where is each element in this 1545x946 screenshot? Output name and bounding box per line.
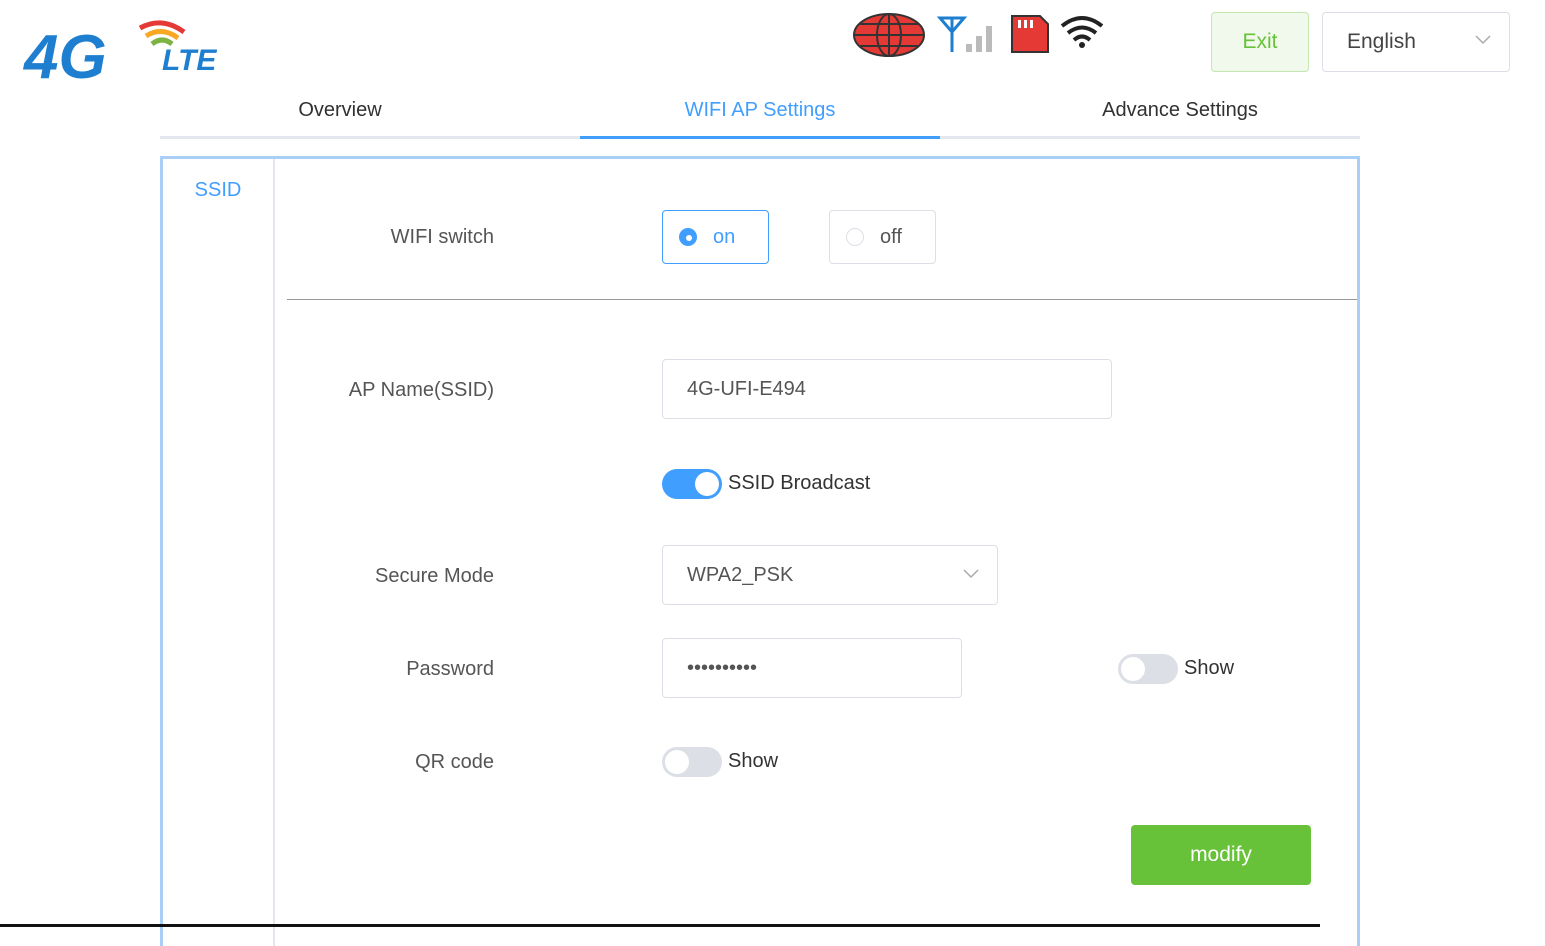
divider — [287, 299, 1357, 300]
ap-name-input[interactable] — [662, 359, 1112, 419]
brand-logo: 4G LTE — [22, 20, 217, 86]
wifi-on-radio[interactable]: on — [662, 210, 769, 264]
ap-name-label: AP Name(SSID) — [348, 379, 494, 401]
password-show-label: Show — [1184, 657, 1235, 679]
radio-checked-icon — [679, 228, 697, 246]
radio-label: off — [880, 225, 902, 248]
secure-mode-label: Secure Mode — [375, 565, 494, 587]
svg-text:4G: 4G — [22, 23, 107, 86]
ssid-broadcast-label: SSID Broadcast — [728, 472, 871, 494]
wifi-off-radio[interactable]: off — [829, 210, 936, 264]
language-selected: English — [1347, 30, 1416, 53]
chevron-down-icon — [963, 569, 979, 579]
sidebar: SSID — [163, 159, 275, 946]
secure-mode-value: WPA2_PSK — [687, 563, 794, 586]
qr-code-show-label: Show — [728, 750, 779, 772]
secure-mode-select[interactable]: WPA2_PSK — [662, 545, 998, 605]
signal-icon — [936, 16, 992, 52]
toggle-knob — [665, 750, 689, 774]
qr-code-label: QR code — [415, 751, 494, 773]
wifi-switch-label: WIFI switch — [390, 226, 494, 248]
main-tabs: Overview WIFI AP Settings Advance Settin… — [160, 84, 1360, 139]
svg-text:LTE: LTE — [162, 44, 217, 77]
tab-overview[interactable]: Overview — [160, 84, 520, 136]
tab-advance-settings[interactable]: Advance Settings — [1000, 84, 1360, 136]
toggle-knob — [1121, 657, 1145, 681]
wifi-icon — [1060, 16, 1104, 48]
password-show-toggle[interactable] — [1118, 654, 1178, 684]
toggle-knob — [695, 472, 719, 496]
chevron-down-icon — [1475, 35, 1491, 45]
settings-panel: SSID WIFI switch on off AP Name(SSID) SS… — [160, 156, 1360, 946]
sim-card-icon — [1011, 15, 1049, 53]
password-input[interactable] — [662, 638, 962, 698]
exit-button[interactable]: Exit — [1211, 12, 1309, 72]
radio-label: on — [713, 225, 736, 248]
modify-button[interactable]: modify — [1131, 825, 1311, 885]
sidebar-item-ssid[interactable]: SSID — [163, 179, 273, 202]
ssid-broadcast-toggle[interactable] — [662, 469, 722, 499]
globe-icon — [853, 13, 925, 57]
tab-wifi-ap-settings[interactable]: WIFI AP Settings — [580, 84, 940, 139]
password-label: Password — [406, 658, 494, 680]
qr-code-show-toggle[interactable] — [662, 747, 722, 777]
language-select[interactable]: English — [1322, 12, 1510, 72]
radio-unchecked-icon — [846, 228, 864, 246]
